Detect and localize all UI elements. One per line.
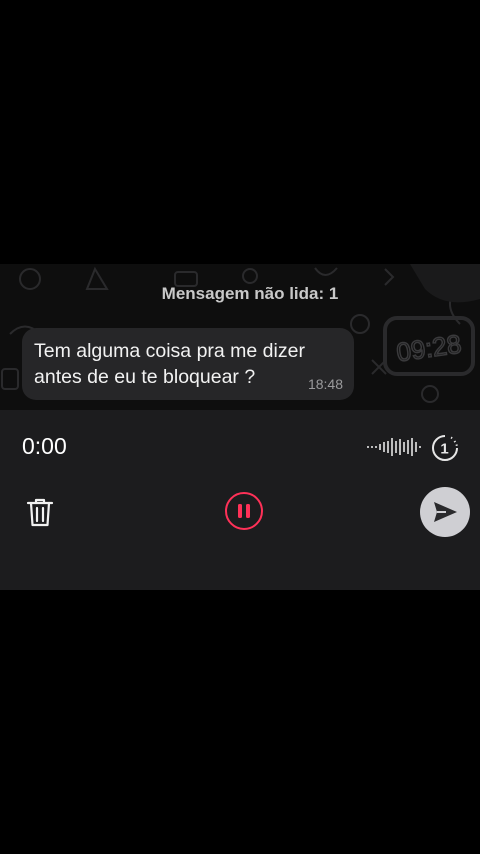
unread-messages-banner: Mensagem não lida: 1 bbox=[161, 284, 339, 303]
send-voice-message-button[interactable] bbox=[420, 487, 470, 537]
trash-icon bbox=[26, 498, 54, 527]
waveform-icon bbox=[367, 438, 421, 456]
message-text-line-2: antes de eu te bloquear ? bbox=[34, 366, 256, 388]
message-text-line-1: Tem alguma coisa pra me dizer bbox=[34, 340, 305, 362]
received-message-bubble[interactable]: Tem alguma coisa pra me dizer antes de e… bbox=[22, 328, 354, 400]
view-once-toggle[interactable]: 1 bbox=[430, 433, 460, 463]
message-text: Tem alguma coisa pra me dizer antes de e… bbox=[34, 338, 342, 390]
recording-timer: 0:00 bbox=[22, 433, 67, 459]
send-icon bbox=[434, 502, 457, 522]
wallpaper-clock-text: 09:28 bbox=[395, 329, 464, 368]
chat-area: 09:28 Mensagem não lida: 1 Tem alguma co… bbox=[0, 264, 480, 410]
pause-recording-button[interactable] bbox=[225, 492, 263, 530]
pause-icon bbox=[238, 504, 250, 518]
voice-recording-panel: 0:00 1 bbox=[0, 410, 480, 590]
view-once-label: 1 bbox=[440, 441, 448, 458]
delete-recording-button[interactable] bbox=[22, 494, 58, 530]
message-timestamp: 18:48 bbox=[307, 376, 343, 392]
view-once-icon: 1 bbox=[432, 435, 458, 461]
